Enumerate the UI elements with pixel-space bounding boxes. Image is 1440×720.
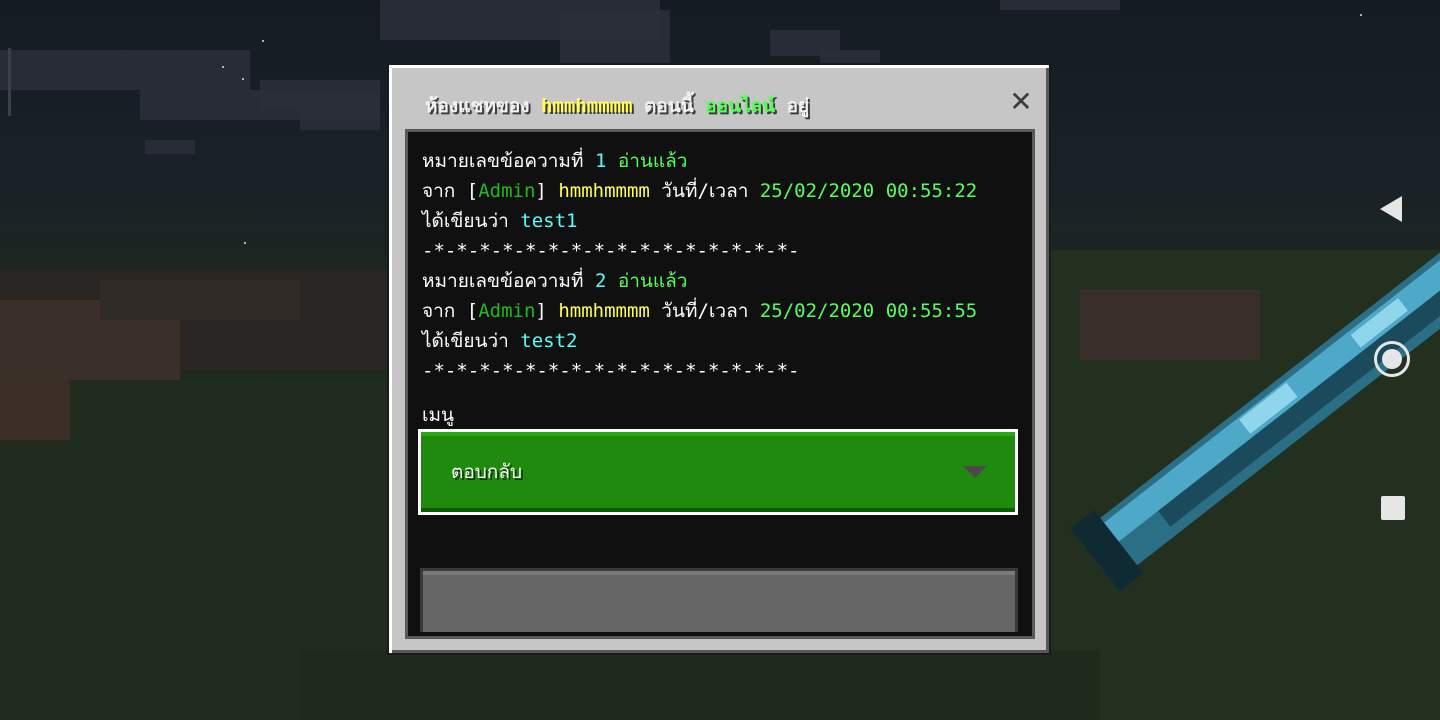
content-panel[interactable]: หมายเลขข้อความที่ 1 อ่านแล้ว จาก [Admin]… <box>405 129 1035 639</box>
from-label: จาก <box>422 300 456 322</box>
datetime-label: วันที่/เวลา <box>661 300 749 322</box>
menu-dropdown[interactable]: ตอบกลับ <box>418 429 1018 515</box>
message-text: test2 <box>520 330 578 352</box>
edge-indicator <box>8 48 11 116</box>
wrote-label: ได้เขียนว่า <box>422 330 509 352</box>
chat-dialog: ห้องแชทของ hmmhmmmm ตอนนี้ ออนไลน์ อยู่ … <box>387 63 1051 655</box>
chevron-down-icon <box>963 466 987 478</box>
message-number: 2 <box>594 270 607 292</box>
message-text: test1 <box>520 210 578 232</box>
rank-tag: [Admin] <box>466 180 547 202</box>
cloud-block <box>300 110 380 130</box>
message-from-line: จาก [Admin] hmmhmmmm วันที่/เวลา 25/02/2… <box>422 176 977 206</box>
star <box>262 40 264 42</box>
star <box>1360 14 1362 16</box>
dialog-title: ห้องแชทของ hmmhmmmm ตอนนี้ ออนไลน์ อยู่ <box>425 89 985 123</box>
read-status: อ่านแล้ว <box>617 150 688 172</box>
message-number-line: หมายเลขข้อความที่ 1 อ่านแล้ว <box>422 146 687 176</box>
dirt <box>0 380 70 440</box>
title-prefix: ห้องแชทของ <box>425 95 530 117</box>
rank-name: Admin <box>478 180 536 202</box>
close-icon: ✕ <box>1009 85 1033 118</box>
message-number-line: หมายเลขข้อความที่ 2 อ่านแล้ว <box>422 266 687 296</box>
cloud-block <box>1000 0 1120 10</box>
recent-square-icon[interactable] <box>1381 496 1405 520</box>
message-text-line: ได้เขียนว่า test2 <box>422 326 578 356</box>
message-separator: -*-*-*-*-*-*-*-*-*-*-*-*-*-*-*-*- <box>422 360 800 382</box>
message-separator: -*-*-*-*-*-*-*-*-*-*-*-*-*-*-*-*- <box>422 240 800 262</box>
wrote-label: ได้เขียนว่า <box>422 210 509 232</box>
message-number-label: หมายเลขข้อความที่ <box>422 150 584 172</box>
hill <box>100 280 300 320</box>
star <box>222 66 224 68</box>
title-suffix: อยู่ <box>786 95 810 117</box>
dropdown-selected-value: ตอบกลับ <box>451 461 523 483</box>
home-circle-icon[interactable] <box>1374 341 1410 377</box>
title-online-status: ออนไลน์ <box>705 95 776 117</box>
menu-label: เมนู <box>422 404 455 426</box>
datetime-label: วันที่/เวลา <box>661 180 749 202</box>
message-from-line: จาก [Admin] hmmhmmmm วันที่/เวลา 25/02/2… <box>422 296 977 326</box>
message-datetime: 25/02/2020 00:55:55 <box>759 300 978 322</box>
star <box>242 78 244 80</box>
grass <box>300 650 1100 720</box>
close-button[interactable]: ✕ <box>1003 85 1039 119</box>
cloud-block <box>260 80 380 110</box>
read-status: อ่านแล้ว <box>617 270 688 292</box>
message-number: 1 <box>594 150 607 172</box>
sender-name: hmmhmmmm <box>558 180 650 202</box>
star <box>244 242 246 244</box>
rank-tag: [Admin] <box>466 300 547 322</box>
dirt <box>1080 290 1260 360</box>
message-number-label: หมายเลขข้อความที่ <box>422 270 584 292</box>
cloud-block <box>0 50 250 90</box>
cloud-block <box>145 140 195 154</box>
title-player-name: hmmhmmmm <box>541 95 633 117</box>
back-triangle-icon[interactable] <box>1380 196 1402 222</box>
text-input[interactable] <box>420 568 1018 632</box>
rank-name: Admin <box>478 300 536 322</box>
sender-name: hmmhmmmm <box>558 300 650 322</box>
cloud-block <box>560 10 670 70</box>
message-text-line: ได้เขียนว่า test1 <box>422 206 578 236</box>
from-label: จาก <box>422 180 456 202</box>
title-middle: ตอนนี้ <box>643 95 694 117</box>
message-datetime: 25/02/2020 00:55:22 <box>759 180 978 202</box>
